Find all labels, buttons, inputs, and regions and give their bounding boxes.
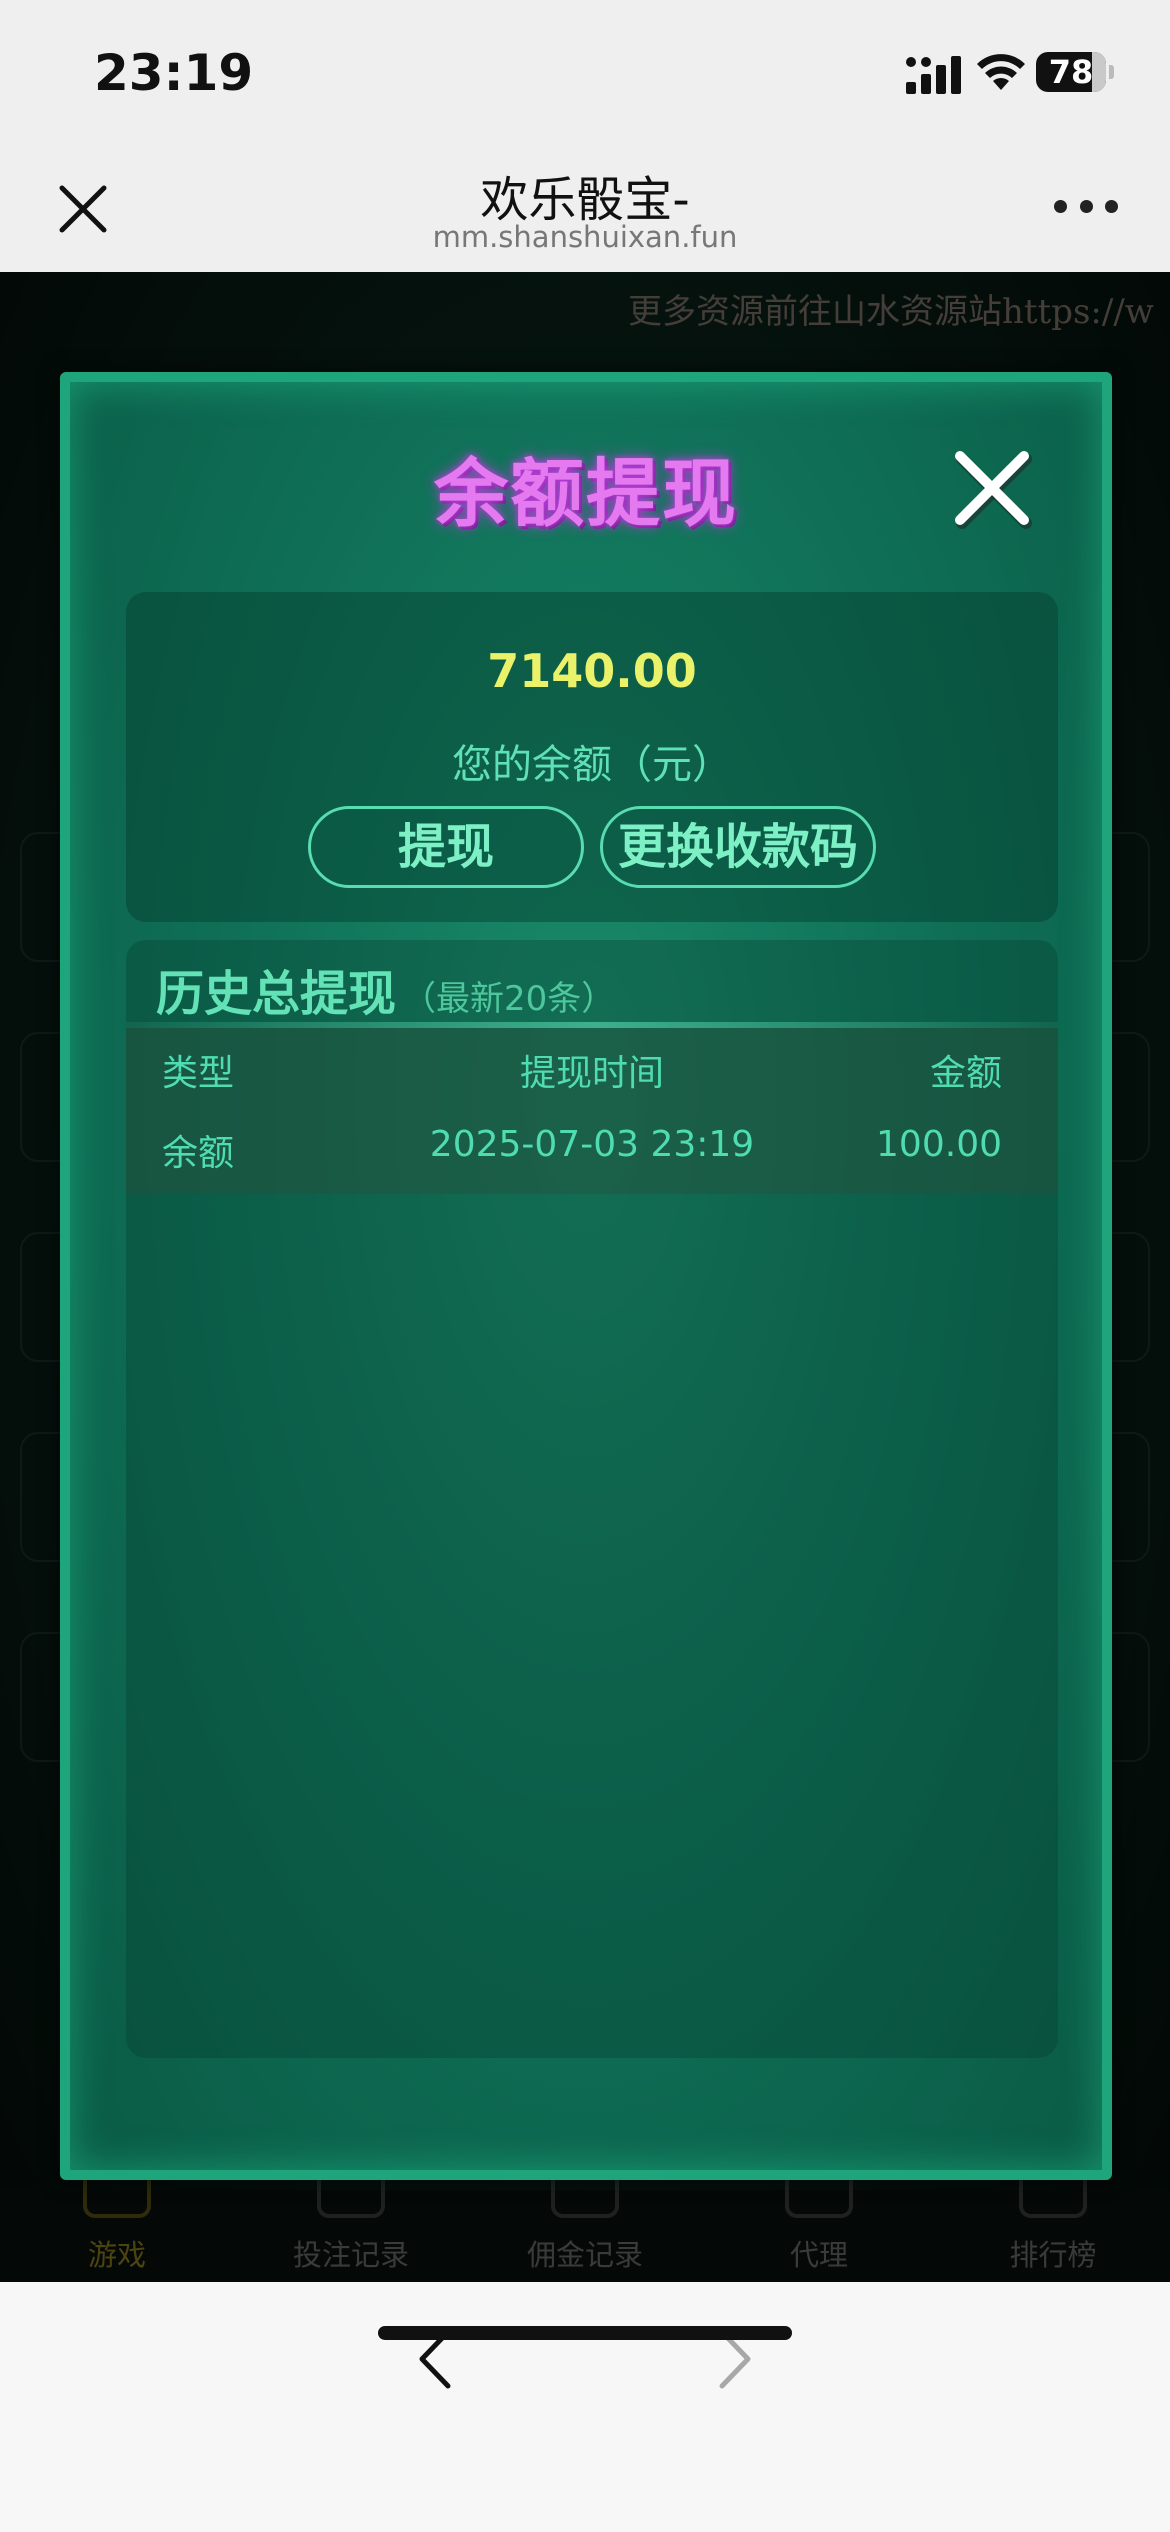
close-icon[interactable]: [950, 446, 1034, 530]
header-amount: 金额: [929, 1053, 1002, 1094]
history-table: 类型 提现时间 金额 余额 2025-07-03 23:19 100.00: [126, 1028, 1058, 1194]
more-options-icon[interactable]: [1054, 200, 1118, 216]
history-subtitle: （最新20条）: [402, 979, 616, 1019]
battery-icon: 78: [1036, 52, 1114, 92]
balance-amount: 7140.00: [487, 644, 697, 698]
table-header: 类型 提现时间 金额: [126, 1028, 1058, 1106]
web-content: 更多资源前往山水资源站https://w 游戏 投注记录 佣金记录 代理 排行榜…: [0, 272, 1170, 2282]
header-time: 提现时间: [519, 1053, 664, 1094]
history-title-text: 历史总提现: [156, 966, 397, 1022]
change-payment-code-button[interactable]: 更换收款码: [600, 806, 876, 888]
battery-level: 78: [1048, 53, 1094, 91]
history-title: 历史总提现 （最新20条）: [156, 954, 615, 1024]
home-indicator: [378, 2326, 792, 2340]
browser-toolbar: [0, 2282, 1170, 2532]
status-bar: 23:19 78: [0, 0, 1170, 140]
table-row: 余额 2025-07-03 23:19 100.00: [126, 1108, 1058, 1188]
withdraw-history-card: 历史总提现 （最新20条） 类型 提现时间 金额 余额 2025-07-03 23…: [126, 940, 1058, 2058]
cellular-signal-icon: [906, 56, 961, 94]
browser-nav-bar: 欢乐骰宝- mm.shanshuixan.fun: [0, 140, 1170, 272]
modal-title: 余额提现: [434, 451, 738, 537]
withdraw-modal: 余额提现 7140.00 您的余额（元） 提现 更换收款码 历史总提现 （最新20…: [60, 372, 1112, 2180]
page-url: mm.shanshuixan.fun: [432, 220, 738, 254]
status-time: 23:19: [94, 44, 254, 102]
withdraw-button[interactable]: 提现: [308, 806, 584, 888]
balance-card: 7140.00 您的余额（元） 提现 更换收款码: [126, 592, 1058, 922]
balance-label: 您的余额（元）: [452, 742, 732, 788]
wifi-icon: [977, 54, 1025, 90]
cell-amount: 100.00: [876, 1124, 1002, 1165]
